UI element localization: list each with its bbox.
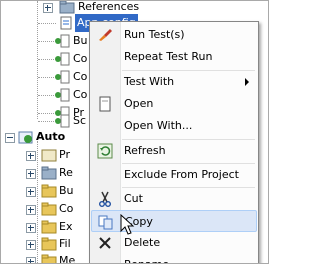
menu-item-exclude-from-project[interactable]: Exclude From Project	[91, 164, 257, 186]
open-document-icon	[99, 96, 111, 112]
tree-item-label: Bu	[59, 184, 74, 197]
expand-icon[interactable]	[26, 223, 36, 233]
menu-item-open-with[interactable]: Open With...	[91, 115, 257, 137]
tree-item-label: Auto	[36, 130, 66, 143]
expand-icon[interactable]	[26, 169, 36, 179]
expand-icon[interactable]	[26, 205, 36, 215]
context-menu: Run Test(s) Repeat Test Run Test With Op…	[89, 21, 259, 263]
tree-item-label: Re	[59, 166, 73, 179]
menu-item-rename[interactable]: Rename	[91, 254, 257, 263]
expand-icon[interactable]	[43, 3, 53, 13]
tree-item-label: Co	[73, 88, 88, 101]
solution-explorer-window: References App.config Bu Co	[0, 0, 269, 264]
folder-icon	[41, 202, 57, 216]
tree-item-label: Bu	[73, 34, 88, 47]
tree-item-label: Ex	[59, 220, 73, 233]
tree-guide-line	[37, 1, 38, 119]
collapse-icon[interactable]	[5, 133, 15, 143]
tree-guide-line	[37, 141, 38, 263]
copy-icon	[98, 215, 113, 230]
submenu-arrow-icon	[245, 78, 249, 86]
properties-icon	[41, 149, 57, 162]
menu-item-label: Repeat Test Run	[124, 50, 213, 63]
expand-icon[interactable]	[26, 240, 36, 250]
tree-item-label: Pr	[59, 148, 70, 161]
refresh-icon	[97, 143, 113, 159]
tree-item-label: Co	[73, 52, 88, 65]
menu-item-cut[interactable]: Cut	[91, 188, 257, 210]
folder-icon	[41, 237, 57, 251]
menu-item-label: Open	[124, 97, 154, 110]
project-icon	[18, 131, 33, 144]
menu-item-label: Exclude From Project	[124, 168, 239, 181]
menu-item-label: Open With...	[124, 119, 193, 132]
expand-icon[interactable]	[26, 151, 36, 161]
mouse-pointer-icon	[120, 214, 135, 235]
csharp-file-icon	[55, 52, 70, 66]
folder-icon	[41, 166, 57, 180]
menu-item-open[interactable]: Open	[91, 93, 257, 115]
tree-item-label: Co	[59, 202, 74, 215]
csharp-file-icon	[55, 70, 70, 84]
menu-item-repeat-test-run[interactable]: Repeat Test Run	[91, 46, 257, 68]
menu-item-test-with[interactable]: Test With	[91, 71, 257, 93]
folder-icon	[41, 184, 57, 198]
expand-icon[interactable]	[26, 257, 36, 263]
tree-item-label: Fil	[59, 237, 71, 250]
tree-item-label: Sc	[73, 114, 87, 127]
tree-item-label: Co	[73, 70, 88, 83]
scissors-icon	[99, 191, 111, 207]
csharp-file-icon	[55, 88, 70, 102]
menu-item-label: Refresh	[124, 144, 166, 157]
menu-item-refresh[interactable]: Refresh	[91, 140, 257, 162]
expand-icon[interactable]	[26, 187, 36, 197]
references-folder-icon	[59, 1, 75, 14]
tree-item-label: Me	[59, 254, 76, 264]
config-file-icon	[60, 16, 72, 30]
folder-icon	[41, 220, 57, 234]
csharp-file-icon	[55, 34, 70, 48]
menu-item-copy[interactable]: Copy	[91, 210, 257, 232]
menu-item-label: Rename	[124, 254, 169, 263]
delete-x-icon	[99, 237, 111, 249]
csharp-file-icon	[55, 114, 70, 128]
menu-item-label: Run Test(s)	[124, 28, 185, 41]
menu-item-run-tests[interactable]: Run Test(s)	[91, 24, 257, 46]
menu-item-label: Cut	[124, 192, 143, 205]
menu-item-label: Test With	[124, 75, 175, 88]
folder-icon	[41, 254, 57, 263]
rocket-icon	[99, 29, 112, 41]
menu-item-delete[interactable]: Delete	[91, 232, 257, 254]
